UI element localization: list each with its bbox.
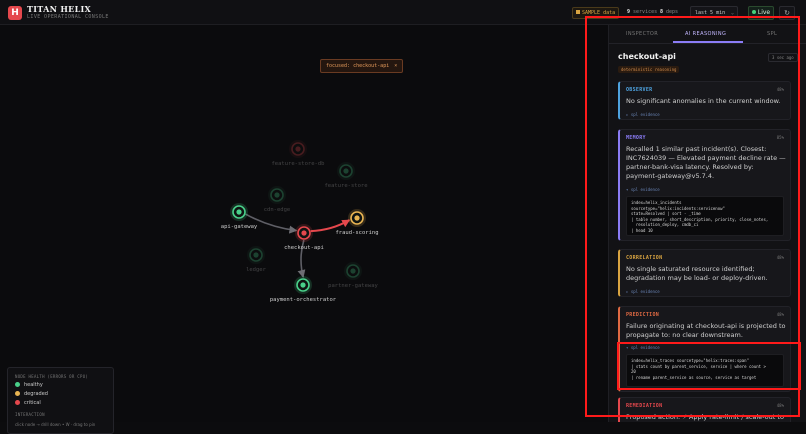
node-core	[236, 209, 242, 215]
card-confidence: 48%	[776, 403, 784, 408]
node-label: feature-store	[324, 183, 367, 189]
tab-ai-reasoning[interactable]: AI REASONING	[685, 31, 726, 37]
time-range-select[interactable]: last 5 min ⌄	[690, 6, 738, 18]
card-label: MEMORY	[626, 135, 646, 141]
prediction-card: PREDICTION 48% Failure originating at ch…	[618, 306, 791, 392]
tab-spl[interactable]: SPL	[767, 31, 777, 37]
refresh-icon: ↻	[784, 9, 790, 17]
card-label: REMEDIATION	[626, 403, 663, 409]
node-label: ledger	[246, 267, 267, 273]
card-label: CORRELATION	[626, 255, 663, 261]
observer-card: OBSERVER 48% No significant anomalies in…	[618, 81, 791, 120]
graph-node-checkout-api[interactable]: checkout-api	[284, 224, 324, 251]
healthy-dot-icon	[15, 382, 20, 387]
node-core	[301, 230, 307, 236]
node-label: api-gateway	[221, 224, 258, 230]
node-health-legend: NODE HEALTH (ERRORS OR CPU) healthy degr…	[7, 367, 114, 434]
correlation-card: CORRELATION 48% No single saturated reso…	[618, 249, 791, 297]
spl-code-block: index=helix_traces sourcetype="helix:tra…	[626, 354, 784, 387]
node-label: partner-gateway	[328, 283, 378, 289]
legend-item-healthy: healthy	[15, 382, 43, 388]
live-toggle-button[interactable]: Live	[748, 6, 774, 20]
deps-count-label: deps	[666, 9, 679, 15]
time-range-value: last 5 min	[695, 10, 726, 16]
graph-node-feature-store[interactable]: feature-store	[324, 162, 368, 189]
app-title: TITAN HELIX	[27, 4, 92, 14]
interaction-hint: click node → drill down • W · drag to pi…	[15, 422, 96, 427]
refresh-button[interactable]: ↻	[779, 6, 795, 20]
node-label: fraud-scoring	[335, 230, 378, 236]
card-text: Failure originating at checkout-api is p…	[626, 322, 786, 339]
panel-tabs: INSPECTOR AI REASONING SPL	[609, 25, 806, 44]
helix-logo-icon: H	[8, 6, 22, 20]
updated-time-pill: 3 sec ago	[768, 53, 798, 62]
spl-code-block: index=helix_incidents sourcetype="helix:…	[626, 196, 784, 236]
legend-label: healthy	[24, 382, 43, 388]
memory-card: MEMORY 85% Recalled 1 similar past incid…	[618, 129, 791, 241]
remediation-card: REMEDIATION 48% Proposed action: ⚡ Apply…	[618, 397, 791, 422]
node-label: checkout-api	[284, 245, 324, 251]
graph-node-partner-gateway[interactable]: partner-gateway	[328, 262, 379, 289]
node-core	[354, 215, 360, 221]
spl-evidence-toggle[interactable]: ▸ spl evidence	[626, 112, 660, 117]
active-tab-indicator	[673, 41, 743, 43]
right-panel: INSPECTOR AI REASONING SPL checkout-api …	[608, 25, 806, 422]
node-label: payment-orchestrator	[270, 297, 337, 303]
services-count: 9 services	[627, 9, 657, 15]
app-subtitle: LIVE OPERATIONAL CONSOLE	[27, 14, 109, 20]
legend-item-degraded: degraded	[15, 391, 48, 397]
spl-evidence-toggle[interactable]: ▾ spl evidence	[626, 345, 660, 350]
deps-count: 8 deps	[660, 9, 678, 15]
graph-node-ledger[interactable]: ledger	[246, 246, 267, 273]
node-core	[350, 268, 356, 274]
card-confidence: 48%	[776, 255, 784, 260]
graph-node-feature-store-db[interactable]: feature-store-db	[272, 140, 325, 167]
card-confidence: 85%	[776, 135, 784, 140]
legend-label: critical	[24, 400, 41, 406]
graph-node-cdn-edge[interactable]: cdn-edge	[264, 186, 291, 213]
graph-node-fraud-scoring[interactable]: fraud-scoring	[335, 209, 379, 236]
spl-evidence-toggle[interactable]: ▸ spl evidence	[626, 289, 660, 294]
reasoning-mode-badge: deterministic reasoning	[618, 66, 680, 73]
dependency-graph: api-gateway checkout-api fraud-scoring paym…	[221, 140, 379, 303]
graph-node-api-gateway[interactable]: api-gateway	[221, 203, 258, 230]
card-confidence: 48%	[776, 312, 784, 317]
deps-count-value: 8	[660, 9, 664, 15]
node-label: cdn-edge	[264, 207, 291, 213]
node-core	[300, 282, 306, 288]
nodes-layer: api-gateway checkout-api fraud-scoring paym…	[221, 140, 379, 303]
node-core	[253, 252, 259, 258]
legend-item-critical: critical	[15, 400, 41, 406]
card-text: No single saturated resource identified;…	[626, 265, 768, 282]
top-bar: H TITAN HELIX LIVE OPERATIONAL CONSOLE S…	[0, 0, 806, 25]
legend-title: NODE HEALTH (ERRORS OR CPU)	[15, 374, 89, 379]
sample-data-badge: SAMPLE data	[572, 7, 620, 19]
legend-label: degraded	[24, 391, 48, 397]
services-count-label: services	[633, 9, 658, 15]
spl-evidence-toggle[interactable]: ▾ spl evidence	[626, 187, 660, 192]
card-text: No significant anomalies in the current …	[626, 97, 781, 105]
live-dot-icon	[751, 10, 756, 14]
live-label: Live	[757, 9, 771, 16]
service-title: checkout-api	[618, 52, 676, 61]
node-label: feature-store-db	[272, 161, 325, 167]
card-confidence: 48%	[776, 87, 784, 92]
critical-dot-icon	[15, 400, 20, 405]
degraded-dot-icon	[15, 391, 20, 396]
sample-square-icon	[576, 10, 580, 14]
card-label: PREDICTION	[626, 312, 660, 318]
sample-label: SAMPLE data	[582, 10, 616, 16]
node-core	[274, 192, 280, 198]
tab-inspector[interactable]: INSPECTOR	[626, 31, 658, 37]
card-text: Recalled 1 similar past incident(s). Clo…	[626, 145, 786, 180]
card-text: Proposed action: ⚡ Apply rate-limit / sc…	[626, 413, 784, 421]
node-core	[295, 146, 301, 152]
graph-node-payment-orchestrator[interactable]: payment-orchestrator	[270, 276, 337, 303]
chevron-down-icon: ⌄	[730, 10, 734, 16]
interaction-title: INTERACTION	[15, 412, 45, 417]
services-count-value: 9	[627, 9, 631, 15]
service-graph-canvas[interactable]: focused: checkout-api × api-gateway checko…	[0, 25, 608, 434]
node-core	[343, 168, 349, 174]
card-label: OBSERVER	[626, 87, 653, 93]
